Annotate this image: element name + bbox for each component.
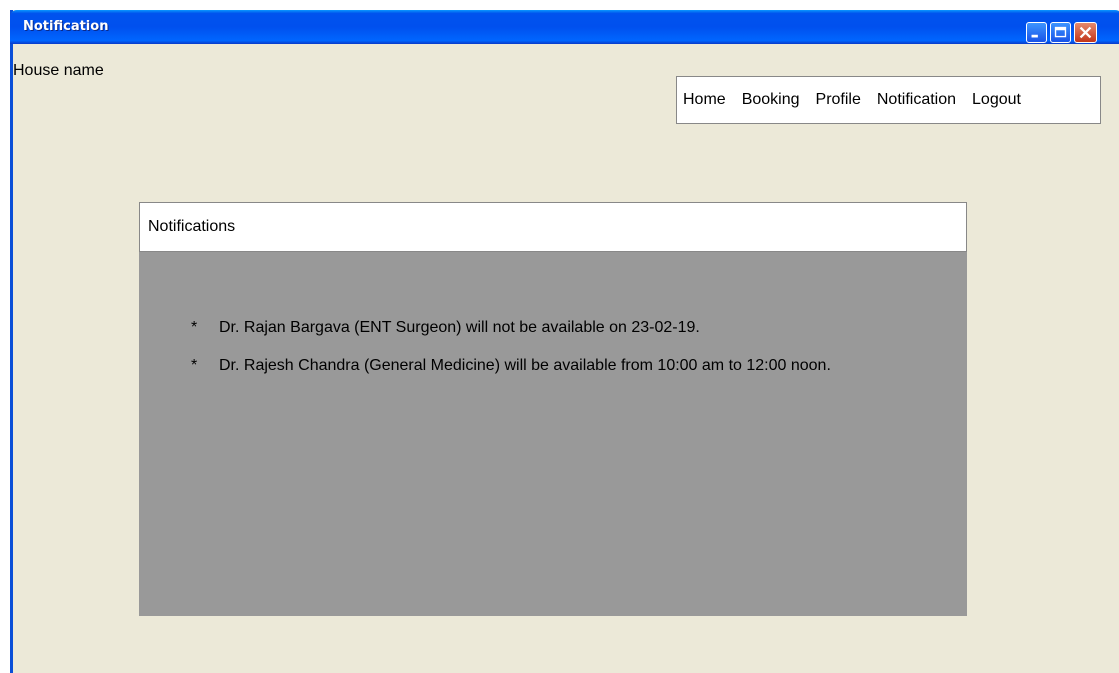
bullet-marker: * bbox=[191, 319, 198, 336]
title-bar[interactable]: Notification bbox=[10, 10, 1119, 44]
nav-notification[interactable]: Notification bbox=[877, 91, 956, 109]
nav-booking[interactable]: Booking bbox=[742, 91, 800, 109]
notification-item: * Dr. Rajesh Chandra (General Medicine) … bbox=[191, 350, 899, 382]
main-nav: Home Booking Profile Notification Logout bbox=[676, 76, 1101, 124]
notifications-list: * Dr. Rajan Bargava (ENT Surgeon) will n… bbox=[191, 312, 911, 388]
notifications-heading: Notifications bbox=[139, 202, 967, 252]
minimize-button[interactable] bbox=[1026, 22, 1047, 43]
minimize-icon bbox=[1031, 34, 1038, 38]
close-button[interactable] bbox=[1074, 22, 1097, 43]
notification-item: * Dr. Rajan Bargava (ENT Surgeon) will n… bbox=[191, 312, 899, 344]
maximize-icon bbox=[1054, 26, 1067, 38]
window-title: Notification bbox=[23, 19, 109, 34]
app-window: Notification House name Home Booking Pro… bbox=[10, 10, 1119, 673]
notification-text: Dr. Rajan Bargava (ENT Surgeon) will not… bbox=[219, 319, 700, 336]
nav-home[interactable]: Home bbox=[683, 91, 726, 109]
maximize-button[interactable] bbox=[1050, 22, 1071, 43]
notifications-panel: Notifications * Dr. Rajan Bargava (ENT S… bbox=[139, 202, 967, 616]
bullet-marker: * bbox=[191, 357, 198, 374]
close-icon bbox=[1079, 26, 1092, 39]
nav-logout[interactable]: Logout bbox=[972, 91, 1021, 109]
notification-text: Dr. Rajesh Chandra (General Medicine) wi… bbox=[219, 357, 831, 374]
nav-profile[interactable]: Profile bbox=[816, 91, 861, 109]
house-name-label: House name bbox=[13, 62, 104, 79]
